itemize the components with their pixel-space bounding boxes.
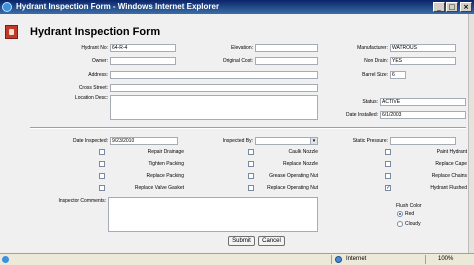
address-input[interactable] bbox=[110, 71, 318, 79]
replace-nozzle-label: Replace Nozzle bbox=[282, 161, 318, 167]
internet-zone-icon bbox=[335, 256, 342, 263]
replace-packing-label: Replace Packing bbox=[146, 173, 184, 179]
date-inspected-input[interactable]: 9/23/2010 bbox=[110, 137, 178, 145]
internet-explorer-icon bbox=[2, 2, 12, 12]
location-desc-label: Location Desc: bbox=[74, 95, 108, 101]
owner-input[interactable] bbox=[110, 57, 176, 65]
hydrant-flushed-checkbox[interactable]: ✓ bbox=[385, 185, 391, 191]
paint-hydrant-checkbox[interactable] bbox=[385, 149, 391, 155]
submit-button[interactable]: Submit bbox=[228, 236, 255, 246]
replace-cape-checkbox[interactable] bbox=[385, 161, 391, 167]
replace-operating-nut-label: Replace Operating Nut bbox=[267, 185, 318, 191]
hydrant-logo-icon bbox=[5, 25, 18, 39]
status-separator bbox=[331, 255, 332, 264]
cancel-button[interactable]: Cancel bbox=[258, 236, 285, 246]
inspected-by-label: Inspected By: bbox=[222, 138, 253, 144]
original-cost-label: Original Cost: bbox=[222, 58, 253, 64]
window-titlebar: Hydrant Inspection Form - Windows Intern… bbox=[0, 0, 474, 14]
replace-nozzle-checkbox[interactable] bbox=[248, 161, 254, 167]
hydrant-no-label: Hydrant No: bbox=[81, 45, 108, 51]
security-zone-text: Internet bbox=[346, 256, 367, 262]
form-title: Hydrant Inspection Form bbox=[30, 26, 161, 38]
repair-drainage-checkbox[interactable] bbox=[99, 149, 105, 155]
flush-color-cloudy-label: Cloudy bbox=[405, 221, 421, 227]
replace-valve-gasket-checkbox[interactable] bbox=[99, 185, 105, 191]
inspector-comments-label: Inspector Comments: bbox=[58, 198, 106, 204]
status-input[interactable]: ACTIVE bbox=[380, 98, 466, 106]
static-pressure-label: Static Pressure: bbox=[352, 138, 388, 144]
barrel-size-label: Barrel Size: bbox=[362, 72, 388, 78]
static-pressure-input[interactable] bbox=[390, 137, 456, 145]
maximize-button[interactable]: □ bbox=[446, 2, 458, 12]
location-desc-textarea[interactable] bbox=[110, 95, 318, 120]
tighten-packing-label: Tighten Packing bbox=[148, 161, 184, 167]
grease-operating-nut-label: Grease Operating Nut bbox=[269, 173, 318, 179]
page-status-icon bbox=[2, 256, 9, 263]
replace-operating-nut-checkbox[interactable] bbox=[248, 185, 254, 191]
cross-street-input[interactable] bbox=[110, 84, 318, 92]
vertical-scrollbar[interactable] bbox=[468, 14, 474, 253]
zoom-level[interactable]: 100% bbox=[438, 256, 453, 262]
flush-color-label: Flush Color bbox=[396, 203, 422, 209]
minimize-button[interactable]: _ bbox=[433, 2, 445, 12]
cross-street-label: Cross Street: bbox=[78, 85, 108, 91]
tighten-packing-checkbox[interactable] bbox=[99, 161, 105, 167]
caulk-nozzle-checkbox[interactable] bbox=[248, 149, 254, 155]
replace-packing-checkbox[interactable] bbox=[99, 173, 105, 179]
inspected-by-select[interactable]: ▾ bbox=[255, 137, 318, 145]
close-button[interactable]: × bbox=[460, 2, 472, 12]
replace-valve-gasket-label: Replace Valve Gasket bbox=[134, 185, 184, 191]
status-separator bbox=[425, 255, 426, 264]
replace-chains-label: Replace Chains bbox=[431, 173, 467, 179]
elevation-label: Elevation: bbox=[231, 45, 253, 51]
grease-operating-nut-checkbox[interactable] bbox=[248, 173, 254, 179]
status-label: Status: bbox=[362, 99, 378, 105]
elevation-input[interactable] bbox=[255, 44, 318, 52]
date-inspected-label: Date Inspected: bbox=[72, 138, 108, 144]
section-divider bbox=[30, 127, 466, 129]
repair-drainage-label: Repair Drainage bbox=[147, 149, 184, 155]
date-installed-input[interactable]: 6/1/2003 bbox=[380, 111, 466, 119]
date-installed-label: Date Installed: bbox=[346, 112, 378, 118]
manufacturer-input[interactable]: WATROUS bbox=[390, 44, 456, 52]
hydrant-flushed-label: Hydrant Flushed bbox=[430, 185, 467, 191]
original-cost-input[interactable] bbox=[255, 57, 318, 65]
status-bar: Internet 100% bbox=[0, 253, 474, 265]
manufacturer-label: Manufacturer: bbox=[357, 45, 388, 51]
flush-color-cloudy-radio[interactable] bbox=[397, 221, 403, 227]
window-title: Hydrant Inspection Form - Windows Intern… bbox=[16, 2, 220, 11]
chevron-down-icon[interactable]: ▾ bbox=[310, 138, 317, 144]
address-label: Address: bbox=[88, 72, 108, 78]
inspector-comments-textarea[interactable] bbox=[108, 197, 318, 232]
checkmark-icon: ✓ bbox=[386, 184, 392, 191]
barrel-size-input[interactable]: 6 bbox=[390, 71, 406, 79]
non-drain-label: Non Drain: bbox=[364, 58, 388, 64]
non-drain-input[interactable]: YES bbox=[390, 57, 456, 65]
caulk-nozzle-label: Caulk Nozzle bbox=[288, 149, 318, 155]
replace-cape-label: Replace Cape bbox=[435, 161, 467, 167]
owner-label: Owner: bbox=[91, 58, 108, 64]
paint-hydrant-label: Paint Hydrant bbox=[436, 149, 467, 155]
flush-color-red-radio[interactable] bbox=[397, 211, 403, 217]
replace-chains-checkbox[interactable] bbox=[385, 173, 391, 179]
flush-color-red-label: Red bbox=[405, 211, 415, 217]
hydrant-no-input[interactable]: 64-R-4 bbox=[110, 44, 176, 52]
